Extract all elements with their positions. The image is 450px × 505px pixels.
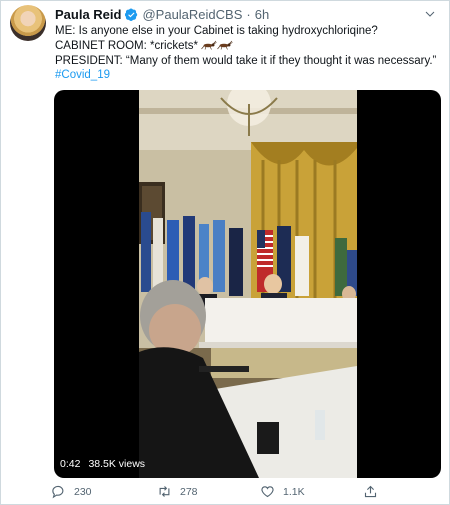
retweet-count: 278 [180, 485, 198, 498]
like-button[interactable]: 1.1K [260, 484, 305, 499]
share-button[interactable] [363, 484, 378, 499]
tweet-actions: 230 278 1.1K [51, 484, 391, 502]
heart-icon [261, 486, 274, 498]
reply-button[interactable]: 230 [51, 484, 92, 499]
timestamp[interactable]: 6h [255, 7, 269, 22]
author-handle[interactable]: @PaulaReidCBS [142, 7, 242, 22]
tweet-card: Paula Reid @PaulaReidCBS · 6h ME: Is any… [0, 0, 450, 505]
tweet-line-question: ME: Is anyone else in your Cabinet is ta… [55, 25, 378, 37]
video-player[interactable]: 0:42 38.5K views [54, 90, 441, 478]
verified-badge-icon [125, 8, 138, 21]
retweet-icon [159, 486, 170, 497]
video-duration: 0:42 [60, 458, 81, 470]
retweet-button[interactable]: 278 [157, 484, 198, 499]
cricket-emoji-icon [217, 40, 233, 50]
like-count: 1.1K [283, 485, 305, 498]
avatar[interactable] [10, 5, 46, 41]
share-icon [364, 485, 377, 498]
tweet-line-president: PRESIDENT: “Many of them would take it i… [55, 54, 437, 67]
separator-dot: · [246, 6, 251, 22]
tweet-line-cabinet: CABINET ROOM: *crickets* [55, 39, 443, 54]
tweet-line-cabinet-text: CABINET ROOM: *crickets* [55, 39, 198, 52]
reply-icon [52, 485, 64, 499]
video-badge: 0:42 38.5K views [60, 458, 145, 470]
cricket-emoji-icon [201, 40, 217, 50]
tweet-text: ME: Is anyone else in your Cabinet is ta… [55, 24, 443, 83]
video-views: 38.5K views [88, 458, 146, 470]
reply-count: 230 [74, 485, 92, 498]
video-frame [139, 90, 357, 478]
chevron-down-icon[interactable] [424, 8, 436, 20]
hashtag-link[interactable]: #Covid_19 [55, 69, 110, 81]
author-name[interactable]: Paula Reid [55, 7, 121, 22]
tweet-header: Paula Reid @PaulaReidCBS · 6h [55, 6, 269, 22]
